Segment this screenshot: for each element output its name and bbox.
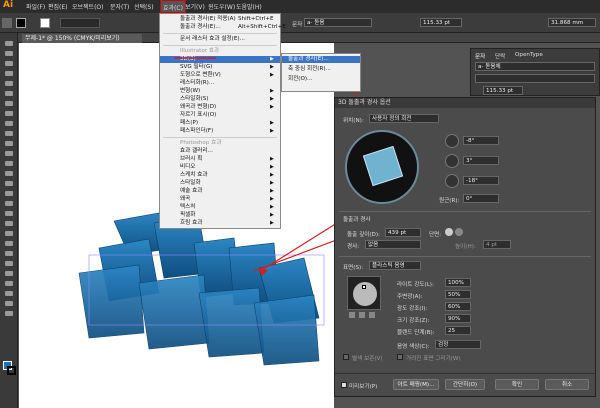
extrude-section-header: 돌출과 경사 [343, 217, 371, 223]
ok-button[interactable]: 확인 [495, 379, 539, 390]
z-rotation-field[interactable]: -18° [463, 176, 499, 185]
perspective-label: 원근(R): [439, 198, 460, 204]
height-field[interactable]: 4 pt [483, 240, 511, 249]
dialog-title: 3D 돌출과 경사 옵션 [335, 98, 595, 108]
tab-character[interactable]: 문자 [475, 52, 485, 60]
bevel-label: 경사: [347, 244, 360, 250]
menu-item-revolve[interactable]: 축 중심 회전(R)... [282, 66, 360, 73]
ambient-label: 주변광(A): [397, 294, 423, 300]
menu-item-label: 돌출과 경사(E)... [288, 56, 329, 62]
depth-label: 돌출 깊이(D): [347, 232, 380, 238]
highlight-intensity-field[interactable]: 60% [445, 302, 471, 311]
position-label: 위치(N): [343, 118, 364, 124]
highlight-intensity-label: 광도 강조(I): [397, 306, 428, 312]
light-source-icon[interactable] [362, 285, 366, 289]
new-light-icon[interactable] [359, 312, 365, 318]
draw-hidden-checkbox[interactable] [397, 354, 403, 360]
surface-select[interactable]: 플라스틱 음영 [369, 261, 421, 270]
menu-item-label: 회전(O)... [288, 76, 313, 82]
menu-item-label: 축 중심 회전(R)... [288, 66, 331, 72]
tab-paragraph[interactable]: 단락 [495, 52, 505, 60]
rotation-cube-preview[interactable] [345, 130, 419, 204]
delete-light-icon[interactable] [369, 312, 375, 318]
cancel-button[interactable]: 취소 [545, 379, 589, 390]
highlight-size-field[interactable]: 90% [445, 314, 471, 323]
preview-label: 미리보기(P) [349, 384, 378, 390]
lighting-sphere-preview[interactable] [347, 276, 381, 310]
cap-off-icon[interactable] [455, 228, 463, 236]
tab-opentype[interactable]: OpenType [515, 52, 543, 58]
cap-on-icon[interactable] [445, 228, 453, 236]
fewer-options-button[interactable]: 간단히(O) [445, 379, 485, 390]
y-axis-dial-icon[interactable] [445, 154, 459, 168]
panel-font-field[interactable]: a- 돋움체 [475, 62, 595, 71]
rotation-cube[interactable] [362, 145, 404, 187]
z-axis-dial-icon[interactable] [445, 174, 459, 188]
panel-font-style-field[interactable] [475, 74, 595, 83]
preserve-spot-label: 별색 보존(V) [352, 356, 383, 362]
y-rotation-field[interactable]: 3° [463, 156, 499, 165]
3d-extrude-bevel-dialog: 3D 돌출과 경사 옵션 위치(N): 사용자 정의 회전 -8° 3° -18… [334, 97, 596, 397]
position-select[interactable]: 사용자 정의 회전 [369, 114, 439, 123]
shading-color-select[interactable]: 검정 [435, 340, 481, 349]
light-intensity-label: 라이트 강도(L): [397, 282, 434, 288]
blend-steps-field[interactable]: 25 [445, 326, 471, 335]
perspective-field[interactable]: 0° [463, 194, 499, 203]
divider [339, 256, 591, 257]
bevel-select[interactable]: 없음 [365, 240, 421, 249]
blend-steps-label: 블렌드 단계(B): [397, 330, 435, 336]
height-label: 높이(H): [455, 244, 476, 250]
divider [335, 373, 595, 374]
panel-size-field[interactable]: 115.33 pt [483, 86, 523, 95]
menu-item-rotate[interactable]: 회전(O)... [282, 76, 360, 83]
surface-label: 표면(S): [343, 265, 364, 271]
3d-submenu: 돌출과 경사(E)... 축 중심 회전(R)... 회전(O)... [281, 53, 361, 92]
character-panel: 문자 단락 OpenType a- 돋움체 115.33 pt [470, 48, 600, 96]
preserve-spot-checkbox[interactable] [343, 354, 349, 360]
x-axis-dial-icon[interactable] [445, 134, 459, 148]
shading-color-label: 음영 색상(C): [397, 344, 430, 350]
draw-hidden-label: 가려진 표면 그리기(W) [406, 356, 461, 362]
preview-checkbox[interactable] [341, 382, 347, 388]
menu-item-extrude-bevel[interactable]: 돌출과 경사(E)... [282, 56, 360, 63]
map-art-button[interactable]: 아트 매핑(M)... [393, 379, 439, 390]
light-intensity-field[interactable]: 100% [445, 278, 471, 287]
ambient-field[interactable]: 50% [445, 290, 471, 299]
move-light-back-icon[interactable] [349, 312, 355, 318]
highlight-size-label: 크기 강조(Z): [397, 318, 430, 324]
x-rotation-field[interactable]: -8° [463, 136, 499, 145]
depth-field[interactable]: 439 pt [385, 228, 421, 237]
cap-label: 단면: [429, 232, 442, 238]
divider [339, 211, 591, 212]
